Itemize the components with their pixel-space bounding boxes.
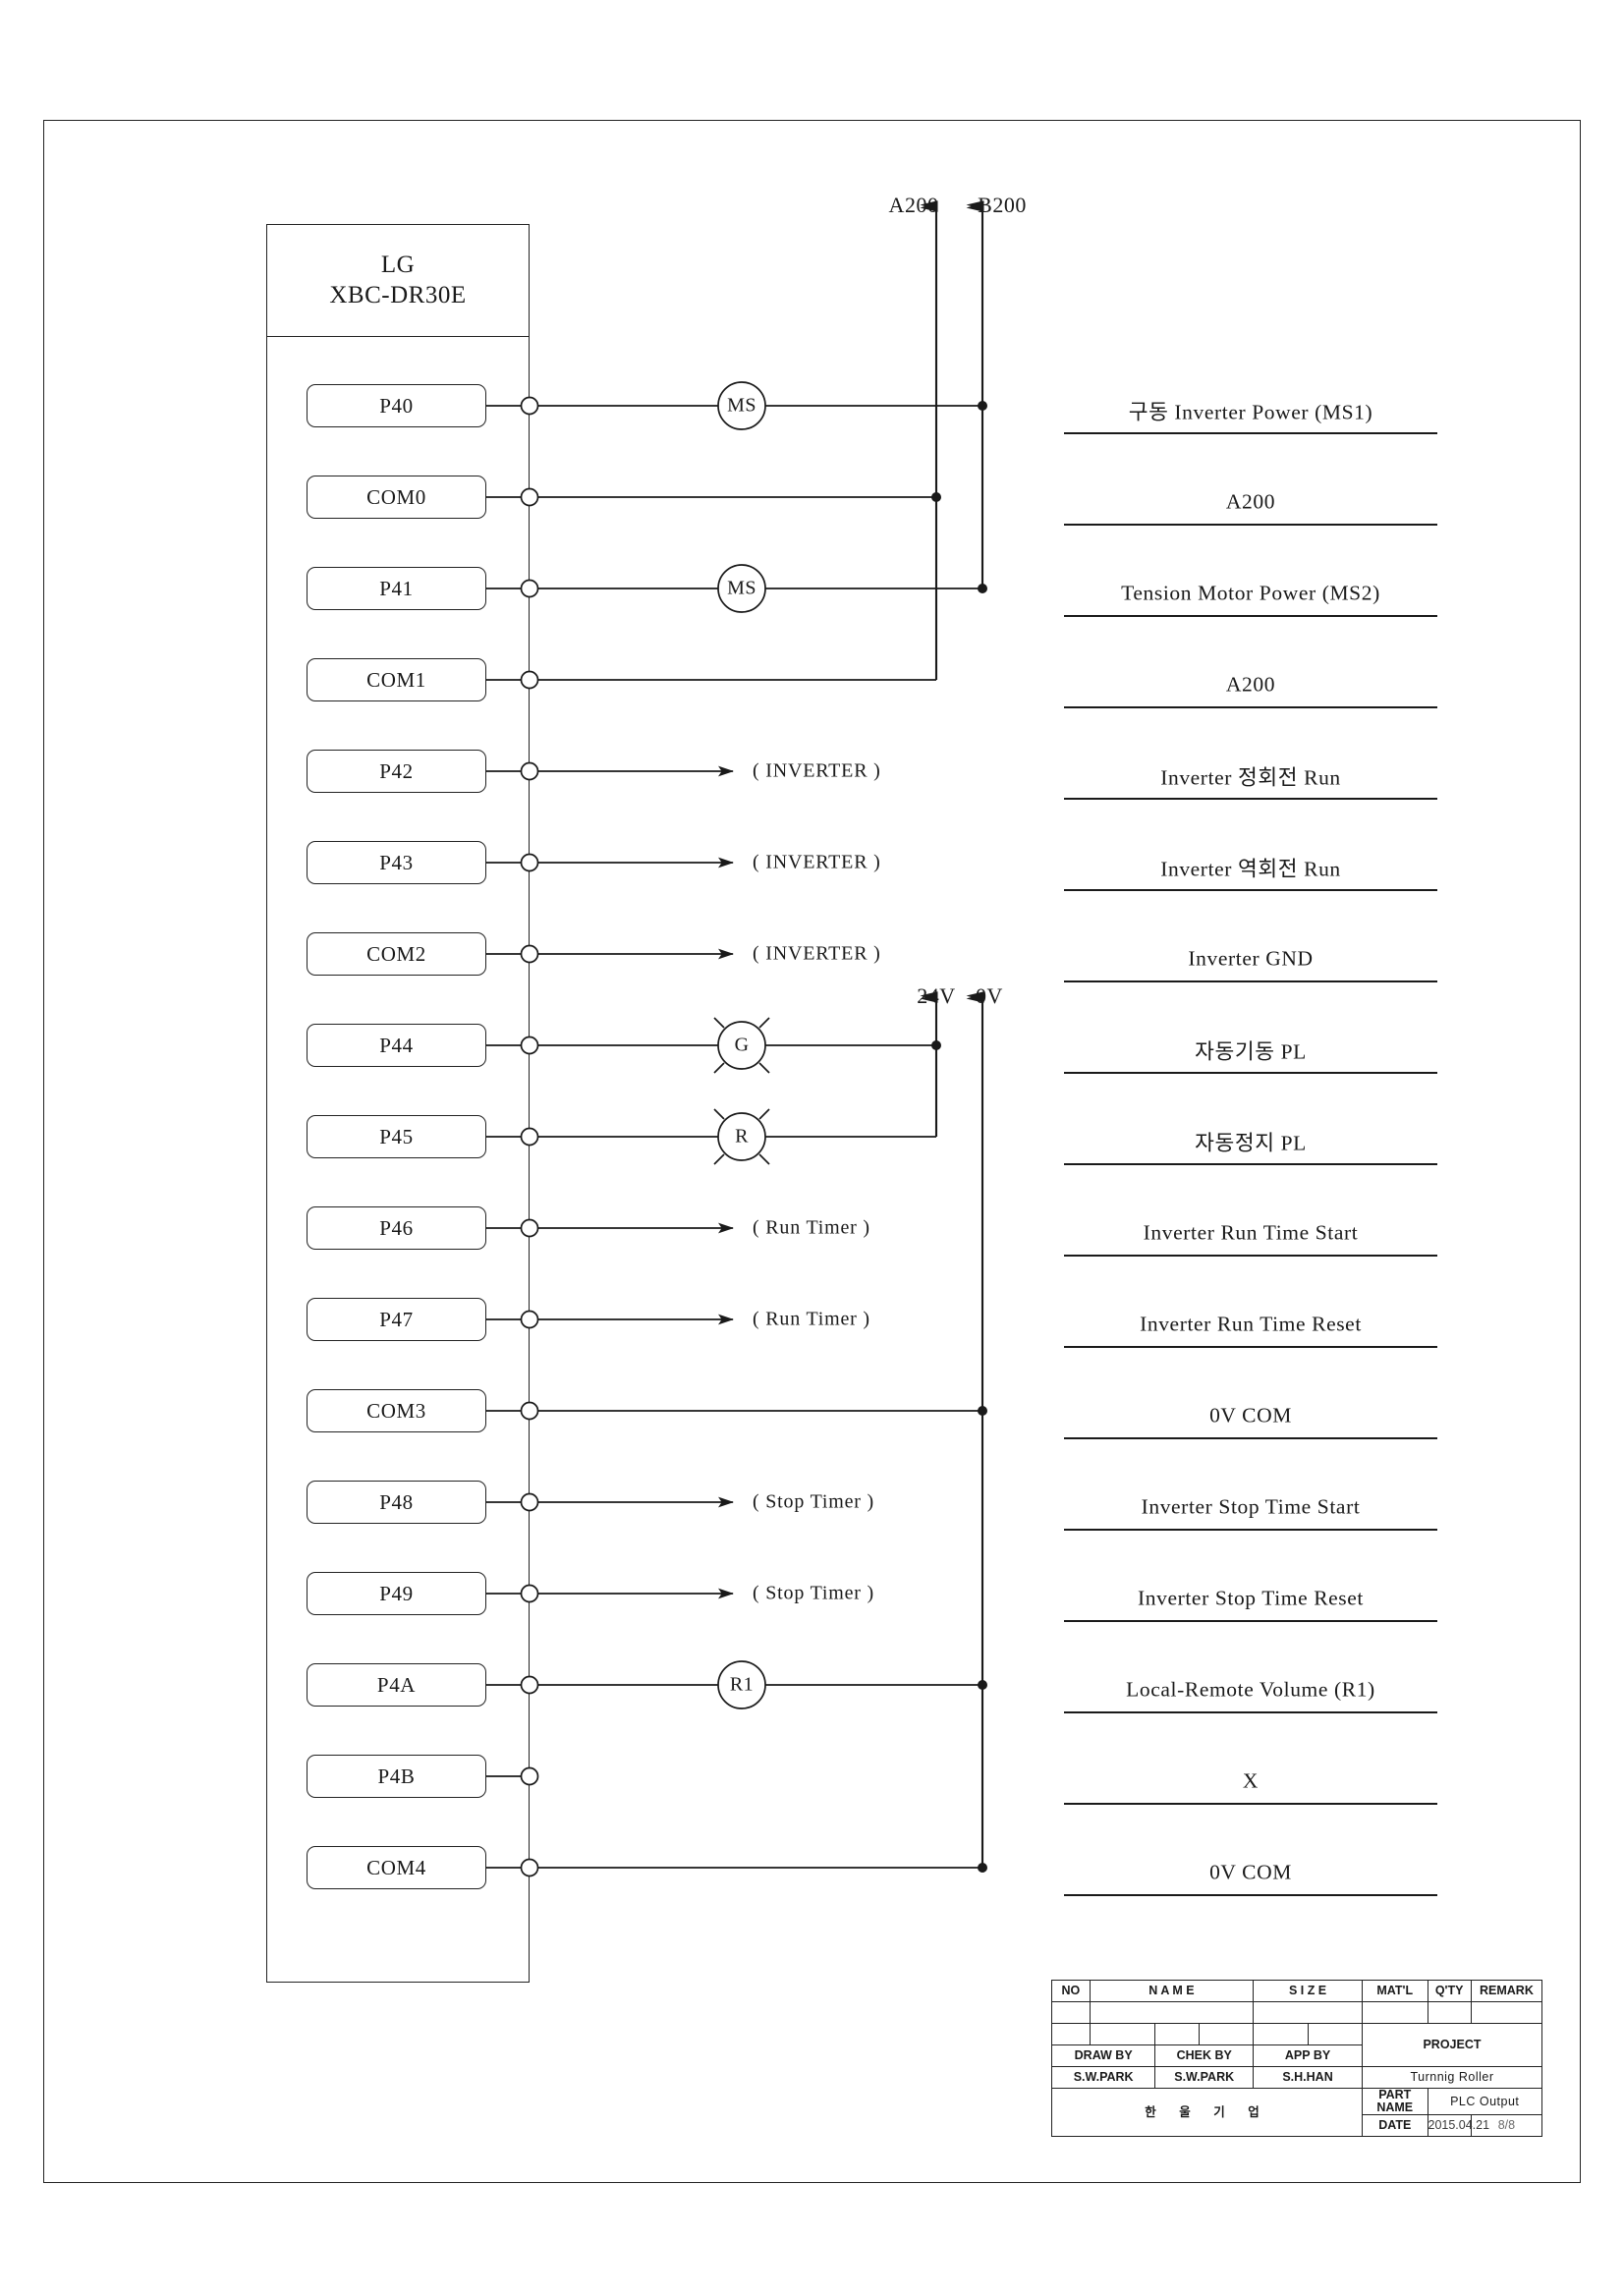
title-block: NO N A M E S I Z E MAT'L Q'TY REMARK PRO… (1050, 1980, 1543, 2166)
signal-desc-p41: Tension Motor Power (MS2) (1121, 581, 1380, 605)
signal-desc-p43: Inverter 역회전 Run (1160, 857, 1341, 881)
bus-label-24v: 24V (917, 983, 956, 1008)
signal-desc-p48: Inverter Stop Time Start (1141, 1494, 1361, 1519)
th-qty: Q'TY (1427, 1980, 1472, 2002)
title-block-header-row: NO N A M E S I Z E MAT'L Q'TY REMARK (1051, 1980, 1543, 2002)
device-label-stop-timer-p48: ( Stop Timer ) (753, 1490, 875, 1513)
device-label-run-timer-p46: ( Run Timer ) (753, 1216, 870, 1239)
signal-desc-p47: Inverter Run Time Reset (1140, 1312, 1362, 1336)
td-sig-blank-5 (1253, 2023, 1309, 2045)
signal-desc-com3: 0V COM (1209, 1403, 1292, 1428)
td-sig-blank-1 (1051, 2023, 1091, 2045)
coil-label-ms1: MS (727, 394, 756, 417)
coil-label-ms2: MS (727, 577, 756, 599)
date-label: DATE (1361, 2114, 1428, 2138)
signal-desc-com4: 0V COM (1209, 1860, 1292, 1884)
terminal-p47[interactable]: P47 (307, 1298, 486, 1341)
signal-desc-com0: A200 (1225, 489, 1276, 514)
coil-label-r1: R1 (729, 1673, 755, 1696)
drawing-sheet-canvas: LG XBC-DR30E A200 B200 24V 0V MS MS G R … (0, 0, 1624, 2296)
role-draw-by: DRAW BY (1050, 2044, 1156, 2067)
terminal-p45[interactable]: P45 (307, 1115, 486, 1158)
th-size: S I Z E (1253, 1980, 1363, 2002)
td-no-blank (1051, 2001, 1091, 2024)
date-value: 2015.04.21 (1427, 2114, 1489, 2138)
terminal-p48[interactable]: P48 (307, 1481, 486, 1524)
person-check-by: S.W.PARK (1154, 2066, 1255, 2089)
device-label-run-timer-p47: ( Run Timer ) (753, 1308, 870, 1330)
td-sig-blank-3 (1154, 2023, 1200, 2045)
terminal-p43[interactable]: P43 (307, 841, 486, 884)
th-matl: MAT'L (1361, 1980, 1428, 2002)
terminal-p41[interactable]: P41 (307, 567, 486, 610)
td-sig-blank-2 (1089, 2023, 1156, 2045)
title-block-company-row: 한 울 기 업 PART NAME PLC Output (1051, 2087, 1542, 2138)
part-label-line1: PART (1378, 2088, 1412, 2101)
lamp-label-green: G (734, 1034, 750, 1056)
terminal-p42[interactable]: P42 (307, 750, 486, 793)
signal-desc-p42: Inverter 정회전 Run (1160, 765, 1341, 790)
th-no: NO (1051, 1980, 1091, 2002)
bus-label-b200: B200 (978, 193, 1027, 217)
td-qty-blank (1427, 2001, 1472, 2024)
part-name-label: PART NAME (1361, 2087, 1428, 2116)
terminal-p46[interactable]: P46 (307, 1206, 486, 1250)
terminal-com2[interactable]: COM2 (307, 932, 486, 976)
td-matl-blank (1361, 2001, 1428, 2024)
role-check-by: CHEK BY (1154, 2044, 1255, 2067)
signal-desc-p46: Inverter Run Time Start (1143, 1220, 1359, 1245)
terminal-p49[interactable]: P49 (307, 1572, 486, 1615)
signal-desc-com2: Inverter GND (1188, 946, 1314, 971)
title-block-people-row: S.W.PARK S.W.PARK S.H.HAN Turnnig Roller (1050, 2066, 1543, 2089)
terminal-p4b[interactable]: P4B (307, 1755, 486, 1798)
terminal-com4[interactable]: COM4 (307, 1846, 486, 1889)
title-block-table: NO N A M E S I Z E MAT'L Q'TY REMARK PRO… (1050, 1980, 1543, 2138)
device-label-inverter-com2: ( INVERTER ) (753, 942, 881, 965)
signal-desc-p4a: Local-Remote Volume (R1) (1126, 1677, 1375, 1702)
th-remark: REMARK (1470, 1980, 1543, 2002)
lamp-label-red: R (735, 1125, 749, 1148)
signal-desc-p4b: X (1242, 1768, 1260, 1793)
terminal-p40[interactable]: P40 (307, 384, 486, 427)
signal-desc-p49: Inverter Stop Time Reset (1138, 1586, 1364, 1610)
signal-desc-p44: 자동기동 PL (1195, 1039, 1307, 1064)
device-label-inverter-p42: ( INVERTER ) (753, 759, 881, 782)
th-name: N A M E (1089, 1980, 1255, 2002)
project-value: Turnnig Roller (1361, 2066, 1543, 2089)
td-sig-blank-4 (1198, 2023, 1255, 2045)
terminal-p4a[interactable]: P4A (307, 1663, 486, 1707)
bus-label-0v: 0V (976, 983, 1003, 1008)
td-sig-blank-6 (1307, 2023, 1363, 2045)
title-block-signature-blank-row: PROJECT (1051, 2023, 1543, 2067)
part-label-line2: NAME (1376, 2100, 1414, 2115)
part-name-value: PLC Output (1427, 2087, 1542, 2116)
bus-label-a200: A200 (888, 193, 939, 217)
person-draw-by: S.W.PARK (1050, 2066, 1156, 2089)
signal-desc-p40: 구동 Inverter Power (MS1) (1128, 400, 1373, 424)
device-label-inverter-p43: ( INVERTER ) (753, 851, 881, 873)
title-block-blank-row (1051, 2001, 1543, 2024)
terminal-p44[interactable]: P44 (307, 1024, 486, 1067)
terminal-com1[interactable]: COM1 (307, 658, 486, 701)
signal-desc-com1: A200 (1225, 672, 1276, 697)
terminal-com3[interactable]: COM3 (307, 1389, 486, 1432)
role-app-by: APP BY (1253, 2044, 1363, 2067)
project-label: PROJECT (1361, 2023, 1543, 2067)
td-size-blank (1253, 2001, 1363, 2024)
td-name-blank (1089, 2001, 1255, 2024)
td-remark-blank (1470, 2001, 1543, 2024)
device-label-stop-timer-p49: ( Stop Timer ) (753, 1582, 875, 1604)
terminal-com0[interactable]: COM0 (307, 476, 486, 519)
company-name: 한 울 기 업 (1051, 2087, 1363, 2138)
signal-desc-p45: 자동정지 PL (1195, 1131, 1307, 1155)
person-app-by: S.H.HAN (1253, 2066, 1363, 2089)
